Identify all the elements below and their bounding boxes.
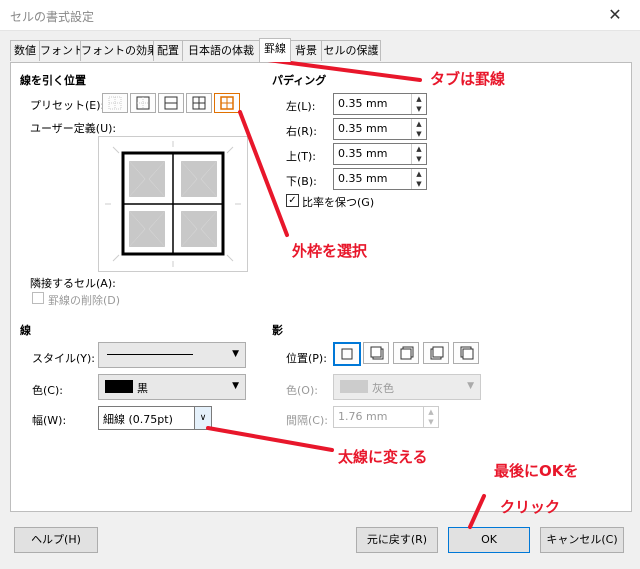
border-preview[interactable] bbox=[98, 136, 248, 272]
ok-button[interactable]: OK bbox=[448, 527, 530, 553]
chevron-down-icon[interactable]: ∨ bbox=[194, 407, 211, 429]
shadow-bottom-right-button[interactable] bbox=[363, 342, 389, 364]
tab-numbers[interactable]: 数値 bbox=[10, 40, 40, 61]
preset-outer-horizontal-button[interactable] bbox=[158, 93, 184, 113]
title-bar bbox=[0, 0, 640, 31]
line-width-value: 細線 (0.75pt) bbox=[103, 413, 173, 426]
close-icon[interactable]: ✕ bbox=[600, 4, 630, 26]
annotation-tab: タブは罫線 bbox=[430, 70, 506, 88]
color-swatch bbox=[105, 380, 133, 393]
shadow-none-button[interactable] bbox=[333, 342, 361, 366]
padding-title: パディング bbox=[272, 74, 327, 87]
shadow-top-left-button[interactable] bbox=[453, 342, 479, 364]
shadow-top-right-button[interactable] bbox=[393, 342, 419, 364]
chevron-down-icon: ▼ bbox=[232, 349, 239, 359]
line-title: 線 bbox=[20, 324, 31, 337]
padding-top-field[interactable]: 0.35 mm ▲ ▼ bbox=[333, 143, 427, 165]
line-color-dropdown[interactable]: 黒 ▼ bbox=[98, 374, 246, 400]
color-swatch bbox=[340, 380, 368, 393]
keep-ratio-checkbox[interactable]: ✓ bbox=[286, 194, 299, 207]
remove-border-label: 罫線の削除(D) bbox=[48, 294, 121, 307]
cancel-button[interactable]: キャンセル(C) bbox=[540, 527, 624, 553]
chevron-down-icon: ▼ bbox=[467, 381, 474, 391]
preset-label: プリセット(E): bbox=[30, 99, 105, 112]
padding-bottom-label: 下(B): bbox=[286, 175, 317, 188]
line-width-combo[interactable]: 細線 (0.75pt) ∨ bbox=[98, 406, 212, 430]
tab-cell-protection[interactable]: セルの保護 bbox=[321, 40, 381, 61]
padding-right-label: 右(R): bbox=[286, 125, 317, 138]
tab-asian-typography[interactable]: 日本語の体裁 bbox=[182, 40, 260, 61]
width-label: 幅(W): bbox=[32, 414, 67, 427]
window-title: セルの書式設定 bbox=[10, 10, 95, 24]
annotation-thick-line: 太線に変える bbox=[338, 448, 428, 466]
shadow-color-label: 色(O): bbox=[286, 384, 318, 397]
line-style-dropdown[interactable]: ▼ bbox=[98, 342, 246, 368]
chevron-down-icon: ▼ bbox=[232, 381, 239, 391]
tab-font[interactable]: フォント bbox=[39, 40, 84, 61]
tab-background[interactable]: 背景 bbox=[290, 40, 322, 61]
adjacent-cells-label: 隣接するセル(A): bbox=[30, 277, 116, 290]
shadow-bottom-left-button[interactable] bbox=[423, 342, 449, 364]
shadow-color-dropdown[interactable]: 灰色 ▼ bbox=[333, 374, 481, 400]
annotation-click-ok-2: クリック bbox=[500, 498, 561, 516]
padding-left-label: 左(L): bbox=[286, 100, 316, 113]
user-defined-label: ユーザー定義(U): bbox=[30, 122, 117, 135]
padding-bottom-field[interactable]: 0.35 mm ▲ ▼ bbox=[333, 168, 427, 190]
preset-box-button[interactable] bbox=[130, 93, 156, 113]
annotation-outer-border: 外枠を選択 bbox=[292, 242, 368, 260]
preset-outer-all-button[interactable] bbox=[214, 93, 240, 113]
line-color-value: 黒 bbox=[137, 382, 148, 395]
padding-top-label: 上(T): bbox=[286, 150, 317, 163]
preset-all-borders-button[interactable] bbox=[186, 93, 212, 113]
padding-right-field[interactable]: 0.35 mm ▲ ▼ bbox=[333, 118, 427, 140]
keep-ratio-label: 比率を保つ(G) bbox=[302, 196, 375, 209]
style-label: スタイル(Y): bbox=[32, 352, 96, 365]
shadow-distance-field[interactable]: 1.76 mm ▲ ▼ bbox=[333, 406, 439, 428]
shadow-position-label: 位置(P): bbox=[286, 352, 327, 365]
reset-button[interactable]: 元に戻す(R) bbox=[356, 527, 438, 553]
remove-border-checkbox[interactable] bbox=[32, 292, 44, 304]
shadow-color-value: 灰色 bbox=[372, 382, 394, 395]
tab-font-effects[interactable]: フォントの効果 bbox=[80, 40, 158, 61]
line-arrangement-title: 線を引く位置 bbox=[20, 74, 86, 87]
help-button[interactable]: ヘルプ(H) bbox=[14, 527, 98, 553]
annotation-click-ok-1: 最後にOKを bbox=[494, 462, 579, 480]
preset-none-button[interactable] bbox=[102, 93, 128, 113]
shadow-distance-label: 間隔(C): bbox=[286, 414, 328, 427]
shadow-title: 影 bbox=[272, 324, 283, 337]
padding-left-field[interactable]: 0.35 mm ▲ ▼ bbox=[333, 93, 427, 115]
tab-alignment[interactable]: 配置 bbox=[153, 40, 183, 61]
tab-borders[interactable]: 罫線 bbox=[259, 38, 291, 62]
line-color-label: 色(C): bbox=[32, 384, 63, 397]
